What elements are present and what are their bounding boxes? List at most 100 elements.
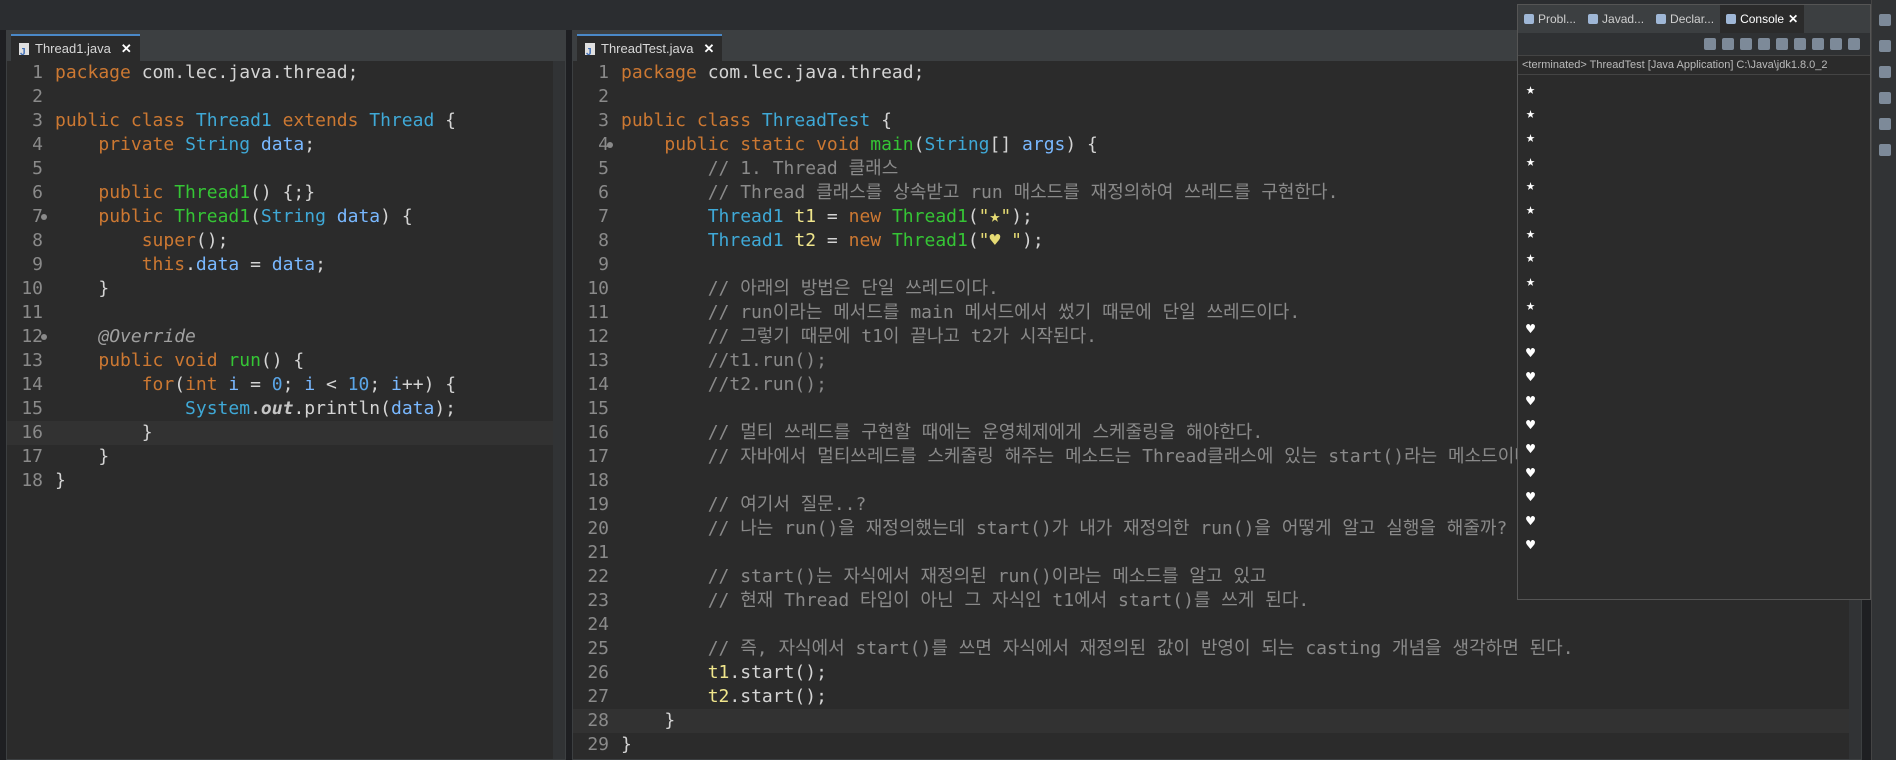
code-line[interactable]: 5 xyxy=(7,157,565,181)
console-icon[interactable] xyxy=(1878,144,1891,156)
code-token: t2 xyxy=(707,686,730,707)
javadoc-icon[interactable] xyxy=(1878,92,1891,104)
console-output-line: ♥ xyxy=(1526,320,1536,338)
code-line[interactable]: 18} xyxy=(7,469,565,493)
code-line[interactable]: 24 xyxy=(573,613,1861,637)
code-text: Thread1 t2 = new Thread1("♥ "); xyxy=(621,230,1044,251)
task-list-icon[interactable] xyxy=(1878,40,1891,52)
code-line[interactable]: 14 for(int i = 0; i < 10; i++) { xyxy=(7,373,565,397)
console-output-line: ★ xyxy=(1526,200,1536,218)
code-line[interactable]: 6 public Thread1() {;} xyxy=(7,181,565,205)
code-line[interactable]: 16 } xyxy=(7,421,565,445)
view-tab-declar[interactable]: Declar... xyxy=(1650,5,1720,33)
code-token: .println( xyxy=(293,398,391,419)
console-output[interactable]: ★ ★ ★ ★ ★ ★ ★ ★ ★ ★ ♥ ♥ ♥ ♥ ♥ ♥ ♥ ♥ ♥ ♥ xyxy=(1518,75,1870,559)
code-line[interactable]: 11 xyxy=(7,301,565,325)
code-token: data xyxy=(271,254,316,275)
code-token: } xyxy=(621,734,632,755)
line-number: 2 xyxy=(32,86,43,107)
view-tab-javad[interactable]: Javad... xyxy=(1582,5,1650,33)
code-token: "♥ " xyxy=(978,230,1023,251)
code-token: . xyxy=(250,398,261,419)
pin-console-icon[interactable] xyxy=(1812,38,1824,50)
code-token: () { xyxy=(260,350,305,371)
code-line[interactable]: 3 public class Thread1 extends Thread { xyxy=(7,109,565,133)
code-line[interactable]: 28 } xyxy=(573,709,1861,733)
code-token: .start(); xyxy=(729,662,827,683)
code-area[interactable]: 1 package com.lec.java.thread; 2 3 public cl… xyxy=(7,61,565,759)
code-line[interactable]: 8 super(); xyxy=(7,229,565,253)
code-line[interactable]: 4 private String data; xyxy=(7,133,565,157)
display-console-icon[interactable] xyxy=(1830,38,1842,50)
code-line[interactable]: 25 // 즉, 자식에서 start()를 쓰면 자식에서 재정의된 값이 반… xyxy=(573,637,1861,661)
code-text: Thread1 t1 = new Thread1("★"); xyxy=(621,206,1033,227)
remove-all-icon[interactable] xyxy=(1740,38,1752,50)
javadoc-icon xyxy=(1588,14,1599,24)
console-output-line: ★ xyxy=(1526,248,1536,266)
code-token: public void xyxy=(98,350,229,371)
scroll-lock-icon[interactable] xyxy=(1758,38,1770,50)
fold-marker-icon[interactable] xyxy=(47,205,55,229)
open-console-icon[interactable] xyxy=(1848,38,1860,50)
declaration-icon[interactable] xyxy=(1878,118,1891,130)
close-tab-icon[interactable]: ✕ xyxy=(121,36,132,62)
console-view[interactable]: Probl... Javad... Declar... Console ✕ <termi… xyxy=(1517,4,1871,600)
show-on-output-icon[interactable] xyxy=(1794,38,1806,50)
view-tab-label: Javad... xyxy=(1602,12,1645,26)
code-line[interactable]: 29} xyxy=(573,733,1861,757)
code-line[interactable]: 10 } xyxy=(7,277,565,301)
close-view-icon[interactable]: ✕ xyxy=(1788,12,1798,26)
code-token: String xyxy=(260,206,337,227)
code-line[interactable]: 2 xyxy=(7,85,565,109)
code-token: "★" xyxy=(978,206,1012,227)
code-token: } xyxy=(621,710,676,731)
tab-thread1-java[interactable]: Thread1.java ✕ xyxy=(11,34,140,66)
code-line[interactable]: 7 public Thread1(String data) { xyxy=(7,205,565,229)
word-wrap-icon[interactable] xyxy=(1776,38,1788,50)
code-token: Thread xyxy=(369,110,446,131)
code-token: = xyxy=(816,206,849,227)
code-token: public xyxy=(98,182,175,203)
code-text: public class ThreadTest { xyxy=(621,110,892,131)
code-token: extends xyxy=(282,110,370,131)
code-token: ( xyxy=(967,206,979,227)
console-output-line: ★ xyxy=(1526,152,1536,170)
code-token: int xyxy=(185,374,229,395)
code-line[interactable]: 27 t2.start(); xyxy=(573,685,1861,709)
terminate-icon[interactable] xyxy=(1704,38,1716,50)
view-tab-console[interactable]: Console ✕ xyxy=(1720,5,1805,33)
code-token: } xyxy=(55,278,110,299)
code-line[interactable]: 1 package com.lec.java.thread; xyxy=(7,61,565,85)
code-token: com.lec.java.thread; xyxy=(707,62,925,83)
code-text: } xyxy=(55,470,66,491)
line-number: 18 xyxy=(21,470,43,491)
close-tab-icon[interactable]: ✕ xyxy=(704,36,715,62)
line-number: 8 xyxy=(32,230,43,251)
code-line[interactable]: 13 public void run() { xyxy=(7,349,565,373)
code-line[interactable]: 17 } xyxy=(7,445,565,469)
vertical-scrollbar[interactable] xyxy=(553,61,565,759)
outline-icon[interactable] xyxy=(1878,14,1891,26)
code-line[interactable]: 15 System.out.println(data); xyxy=(7,397,565,421)
code-token: new xyxy=(848,206,892,227)
problems-icon[interactable] xyxy=(1878,66,1891,78)
code-token: public class xyxy=(55,110,196,131)
code-line[interactable]: 9 this.data = data; xyxy=(7,253,565,277)
code-line[interactable]: 12 @Override xyxy=(7,325,565,349)
remove-launch-icon[interactable] xyxy=(1722,38,1734,50)
editor-thread1[interactable]: Thread1.java ✕ 1 package com.lec.java.thr… xyxy=(6,30,566,760)
view-tab-probl[interactable]: Probl... xyxy=(1518,5,1582,33)
code-line[interactable]: 26 t1.start(); xyxy=(573,661,1861,685)
line-number: 5 xyxy=(598,158,609,179)
code-text: } xyxy=(621,734,632,755)
tab-threadtest-java[interactable]: ThreadTest.java ✕ xyxy=(577,34,723,66)
tab-label: Thread1.java xyxy=(35,41,111,56)
fold-marker-icon[interactable] xyxy=(47,325,55,349)
fold-marker-icon[interactable] xyxy=(613,133,621,157)
line-number: 15 xyxy=(587,398,609,419)
